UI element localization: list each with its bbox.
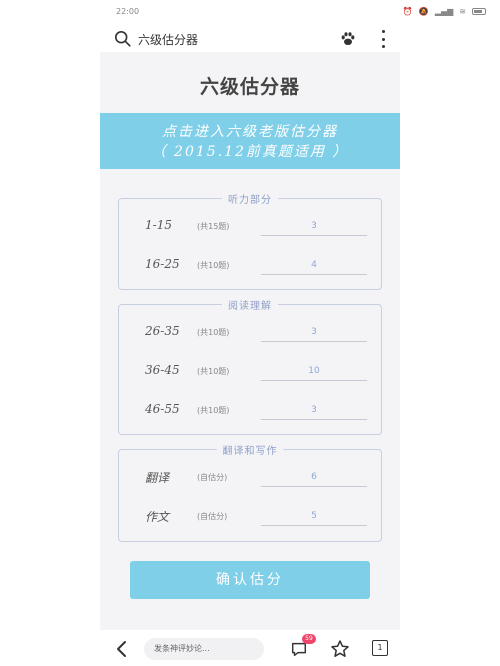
section-legend: 翻译和写作 xyxy=(216,442,284,457)
listening-section: 听力部分 1-15 (共15题) 3 16-25 (共10题) 4 xyxy=(118,191,383,290)
row-range: 1-15 xyxy=(145,218,172,232)
row-note: (共10题) xyxy=(197,367,230,376)
alarm-icon: ⏰ xyxy=(402,6,413,16)
score-row: 16-25 (共10题) 4 xyxy=(119,255,383,279)
row-range: 作文 xyxy=(145,510,170,524)
estimator-page: 六级估分器 点击进入六级老版估分器 （ 2015.12前真题适用 ） 听力部分 … xyxy=(100,52,400,630)
score-row: 26-35 (共10题) 3 xyxy=(119,322,383,346)
row-note: (共10题) xyxy=(197,328,230,337)
row-note: (自估分) xyxy=(197,473,228,482)
section-legend: 阅读理解 xyxy=(222,297,278,312)
comment-input[interactable]: 发条神评妙论... xyxy=(144,638,264,660)
row-range: 翻译 xyxy=(145,471,170,485)
score-input[interactable]: 3 xyxy=(261,324,367,342)
score-input[interactable]: 6 xyxy=(261,469,367,487)
score-input[interactable]: 3 xyxy=(261,218,367,236)
row-range: 46-55 xyxy=(145,402,180,416)
status-bar: 22:00 ⏰ 🔕 ▂▄▆ ≋ xyxy=(0,0,500,22)
score-input[interactable]: 5 xyxy=(261,508,367,526)
score-input[interactable]: 3 xyxy=(261,402,367,420)
row-note: (共15题) xyxy=(197,222,230,231)
banner-line-1[interactable]: 点击进入六级老版估分器 xyxy=(100,122,400,142)
status-time: 22:00 xyxy=(116,6,140,16)
wifi-icon: ≋ xyxy=(459,6,466,16)
row-range: 26-35 xyxy=(145,324,180,338)
score-input[interactable]: 4 xyxy=(261,257,367,275)
row-range: 36-45 xyxy=(145,363,180,377)
score-row: 翻译 (自估分) 6 xyxy=(119,467,383,491)
old-version-link-banner[interactable]: 点击进入六级老版估分器 （ 2015.12前真题适用 ） xyxy=(100,113,400,169)
star-icon[interactable] xyxy=(330,639,350,659)
paw-icon[interactable] xyxy=(340,31,356,47)
status-icons: ⏰ 🔕 ▂▄▆ ≋ xyxy=(403,7,486,16)
translation-writing-section: 翻译和写作 翻译 (自估分) 6 作文 (自估分) 5 xyxy=(118,442,383,542)
row-range: 16-25 xyxy=(145,257,180,271)
top-search-bar[interactable]: 六级估分器 xyxy=(100,26,400,52)
confirm-estimate-button[interactable]: 确认估分 xyxy=(130,561,370,599)
search-icon[interactable] xyxy=(114,30,132,48)
reading-section: 阅读理解 26-35 (共10题) 3 36-45 (共10题) 10 46-5… xyxy=(118,297,383,435)
section-legend: 听力部分 xyxy=(222,191,278,206)
page-title: 六级估分器 xyxy=(199,76,300,98)
comment-count-badge: 59 xyxy=(302,634,316,644)
score-input[interactable]: 10 xyxy=(261,363,367,381)
row-note: (共10题) xyxy=(197,406,230,415)
back-icon[interactable] xyxy=(114,640,130,658)
score-row: 36-45 (共10题) 10 xyxy=(119,361,383,385)
row-note: (共10题) xyxy=(197,261,230,270)
score-row: 作文 (自估分) 5 xyxy=(119,506,383,530)
score-row: 1-15 (共15题) 3 xyxy=(119,216,383,240)
battery-icon xyxy=(472,7,486,15)
banner-line-2[interactable]: （ 2015.12前真题适用 ） xyxy=(100,142,400,162)
more-options-icon[interactable] xyxy=(380,30,386,48)
mute-icon: 🔕 xyxy=(418,6,429,16)
signal-5g-icon: ▂▄▆ xyxy=(434,6,454,16)
score-row: 46-55 (共10题) 3 xyxy=(119,400,383,424)
row-note: (自估分) xyxy=(197,512,228,521)
search-query[interactable]: 六级估分器 xyxy=(138,31,198,48)
page-count-icon[interactable]: 1 xyxy=(372,640,388,656)
bottom-toolbar: 发条神评妙论... 59 1 xyxy=(100,632,400,666)
